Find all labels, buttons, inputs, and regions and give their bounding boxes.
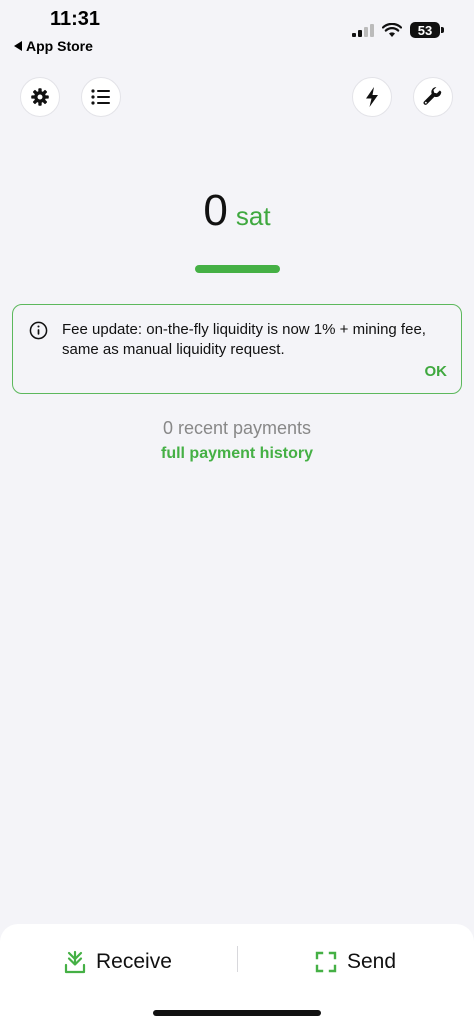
receive-icon [64, 950, 86, 974]
cellular-signal-icon [352, 24, 374, 37]
payments-list-button[interactable] [81, 77, 121, 117]
tools-button[interactable] [413, 77, 453, 117]
balance-indicator-bar [195, 265, 280, 273]
home-indicator [153, 1010, 321, 1016]
wrench-icon [423, 87, 442, 105]
list-icon [91, 89, 110, 105]
receive-label: Receive [96, 950, 172, 973]
notice-ok-button[interactable]: OK [425, 363, 448, 380]
bottom-bar-divider [237, 946, 238, 972]
back-arrow-icon [14, 41, 22, 51]
status-indicators: 53 [352, 22, 444, 38]
settings-button[interactable] [20, 77, 60, 117]
info-icon [29, 321, 48, 340]
full-payment-history-link[interactable]: full payment history [0, 445, 474, 463]
balance-unit: sat [235, 201, 271, 231]
send-button[interactable]: Send [315, 946, 396, 978]
notice-text: Fee update: on-the-fly liquidity is now … [62, 321, 426, 358]
status-time: 11:31 [50, 8, 101, 30]
fee-update-notice: Fee update: on-the-fly liquidity is now … [12, 304, 462, 394]
balance-amount: 0 [203, 186, 228, 235]
battery-icon: 53 [410, 22, 444, 38]
recent-payments-label: 0 recent payments [162, 418, 312, 438]
receive-button[interactable]: Receive [64, 946, 172, 978]
lightning-icon [366, 87, 378, 107]
send-label: Send [347, 950, 397, 973]
channels-button[interactable] [352, 77, 392, 117]
balance-display[interactable]: 0 sat [0, 186, 474, 236]
back-label: App Store [26, 38, 93, 54]
back-to-app-store[interactable]: App Store [14, 38, 93, 54]
gear-icon [31, 88, 49, 106]
wifi-icon [382, 22, 402, 37]
scan-icon [315, 951, 337, 973]
